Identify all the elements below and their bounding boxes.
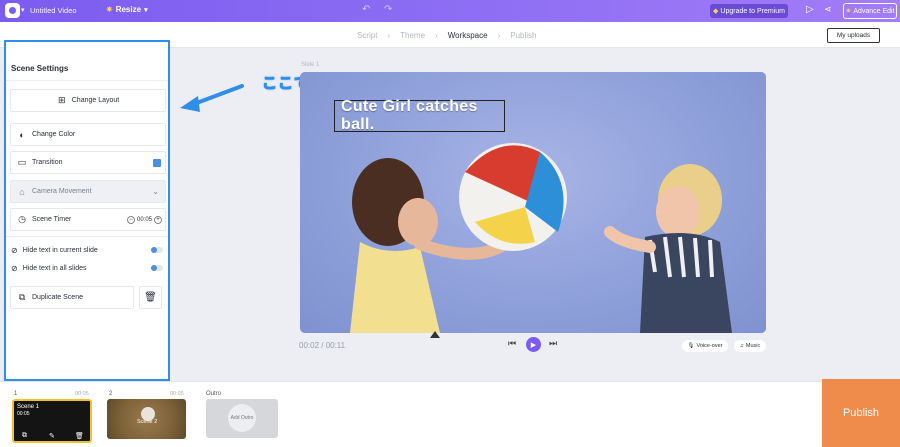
skip-forward-icon[interactable]: ⏭ bbox=[549, 338, 557, 349]
scene-settings-panel: Scene Settings ⊞ Change Layout ◐ Change … bbox=[4, 40, 170, 381]
eye-slash-icon: ⊘ bbox=[11, 245, 18, 255]
scene-sublabel: 00:05 bbox=[17, 411, 30, 417]
delete-scene-button[interactable]: 🗑 bbox=[139, 286, 162, 309]
hide-all-toggle[interactable] bbox=[151, 265, 163, 271]
trash-icon[interactable]: 🗑 bbox=[75, 432, 84, 440]
palette-icon: ◐ bbox=[19, 129, 25, 140]
transition-indicator[interactable] bbox=[153, 158, 161, 167]
plus-icon[interactable]: + bbox=[154, 215, 162, 224]
voiceover-label: Voice-over bbox=[696, 343, 723, 349]
resize-label: Resize bbox=[115, 5, 142, 14]
divider bbox=[6, 80, 168, 81]
scene-label: Scene 1 bbox=[17, 404, 40, 410]
scene-number: 2 bbox=[109, 391, 113, 397]
play-icon: ▶ bbox=[530, 341, 537, 349]
layout-icon: ⊞ bbox=[57, 95, 66, 105]
panel-title: Scene Settings bbox=[11, 64, 69, 73]
transition-label: Transition bbox=[32, 159, 63, 166]
outro-thumbnail[interactable]: Add Outro bbox=[206, 399, 278, 438]
upgrade-button[interactable]: ◆ Upgrade to Premium bbox=[710, 4, 788, 18]
step-theme[interactable]: Theme bbox=[400, 31, 425, 40]
step-publish[interactable]: Publish bbox=[510, 31, 536, 40]
resize-button[interactable]: ✷ Resize ▾ bbox=[106, 5, 148, 14]
eye-slash-icon: ⊘ bbox=[11, 263, 18, 273]
chevron-right-icon: › bbox=[497, 31, 501, 40]
divider bbox=[6, 236, 168, 237]
transition-row[interactable]: ▭ Transition bbox=[10, 151, 166, 174]
upgrade-label: Upgrade to Premium bbox=[720, 7, 785, 15]
hide-text-all-row: ⊘ Hide text in all slides bbox=[11, 262, 163, 274]
change-layout-button[interactable]: ⊞ Change Layout bbox=[10, 89, 166, 112]
music-label: Music bbox=[745, 343, 761, 349]
duplicate-scene-button[interactable]: ⧉ Duplicate Scene bbox=[10, 286, 134, 309]
step-workspace[interactable]: Workspace bbox=[448, 31, 488, 40]
transition-icon: ▭ bbox=[17, 157, 27, 167]
share-icon[interactable]: ⋖ bbox=[824, 4, 832, 15]
hide-text-current-row: ⊘ Hide text in current slide bbox=[11, 244, 163, 256]
outro-label: Outro bbox=[206, 391, 222, 397]
advance-edit-button[interactable]: ✷ Advance Edit bbox=[843, 3, 897, 19]
voiceover-button[interactable]: 🎙 Voice-over bbox=[682, 340, 728, 352]
crown-icon: ◆ bbox=[713, 8, 719, 15]
timer-stepper: − 00:05 + bbox=[126, 215, 162, 224]
undo-icon[interactable]: ↶ bbox=[362, 4, 370, 15]
chevron-down-icon: ⌄ bbox=[152, 187, 159, 196]
annotation-arrow bbox=[180, 84, 244, 112]
star-icon: ✷ bbox=[845, 8, 852, 15]
change-color-label: Change Color bbox=[32, 131, 76, 138]
playback-time: 00:02 / 00:11 bbox=[299, 341, 346, 350]
skip-back-icon[interactable]: ⏮ bbox=[508, 338, 516, 349]
chevron-down-icon[interactable]: ▾ bbox=[21, 6, 25, 14]
redo-icon[interactable]: ↷ bbox=[384, 4, 392, 15]
scene-thumbnail-1[interactable]: Scene 1 00:05 ⧉ ✎ 🗑 bbox=[12, 399, 92, 443]
timeline-marker-icon[interactable] bbox=[430, 331, 440, 338]
hide-current-toggle[interactable] bbox=[151, 247, 163, 253]
scene-duration: 00:05 bbox=[75, 391, 89, 397]
timer-icon: ◷ bbox=[18, 214, 26, 224]
duplicate-icon[interactable]: ⧉ bbox=[22, 432, 27, 440]
preview-play-icon[interactable]: ▷ bbox=[806, 4, 814, 15]
trash-icon: 🗑 bbox=[144, 292, 157, 303]
step-script[interactable]: Script bbox=[357, 31, 377, 40]
change-color-button[interactable]: ◐ Change Color bbox=[10, 123, 166, 146]
my-uploads-button[interactable]: My uploads bbox=[827, 28, 880, 43]
caption-text-box[interactable]: Cute Girl catches ball. bbox=[334, 98, 505, 133]
chevron-right-icon: › bbox=[387, 31, 391, 40]
advance-edit-label: Advance Edit bbox=[853, 7, 895, 15]
music-note-icon: ♫ bbox=[739, 343, 744, 349]
edit-icon[interactable]: ✎ bbox=[49, 432, 55, 440]
duplicate-scene-label: Duplicate Scene bbox=[32, 294, 83, 301]
hide-current-label: Hide text in current slide bbox=[22, 246, 98, 254]
scene-duration: 00:05 bbox=[170, 391, 184, 397]
resize-icon: ✷ bbox=[106, 5, 113, 14]
scene-number: 1 bbox=[14, 391, 18, 397]
minus-icon[interactable]: − bbox=[126, 215, 135, 224]
scene-timer-row: ◷ Scene Timer − 00:05 + bbox=[10, 208, 166, 231]
publish-button[interactable]: Publish bbox=[822, 379, 900, 447]
step-breadcrumb: Script › Theme › Workspace › Publish bbox=[357, 31, 537, 40]
camera-movement-label: Camera Movement bbox=[32, 188, 92, 195]
scene-timer-label: Scene Timer bbox=[32, 216, 72, 223]
change-layout-label: Change Layout bbox=[71, 97, 120, 104]
chevron-down-icon: ▾ bbox=[144, 6, 148, 14]
chevron-right-icon: › bbox=[435, 31, 438, 40]
play-button[interactable]: ▶ bbox=[526, 337, 541, 352]
timer-value[interactable]: 00:05 bbox=[137, 217, 152, 223]
duplicate-icon: ⧉ bbox=[18, 292, 26, 302]
top-bar: ▾ Untitled Video ✷ Resize ▾ ↶ ↷ ◆ Upgrad… bbox=[0, 0, 900, 22]
hide-all-label: Hide text in all slides bbox=[22, 264, 87, 272]
project-title[interactable]: Untitled Video bbox=[30, 6, 77, 15]
add-outro-button[interactable]: Add Outro bbox=[228, 404, 256, 432]
logo-mark-icon bbox=[9, 7, 16, 14]
scene-label: Scene 2 bbox=[137, 419, 158, 425]
slide-label: Slide 1 bbox=[301, 62, 320, 68]
music-button[interactable]: ♫ Music bbox=[734, 340, 766, 352]
app-logo[interactable] bbox=[5, 3, 20, 18]
microphone-icon: 🎙 bbox=[687, 343, 695, 349]
camera-icon: ⌂ bbox=[19, 186, 25, 197]
camera-movement-dropdown[interactable]: ⌂ Camera Movement ⌄ bbox=[10, 180, 166, 203]
scene-thumbnail-2[interactable]: Scene 2 bbox=[107, 399, 186, 439]
